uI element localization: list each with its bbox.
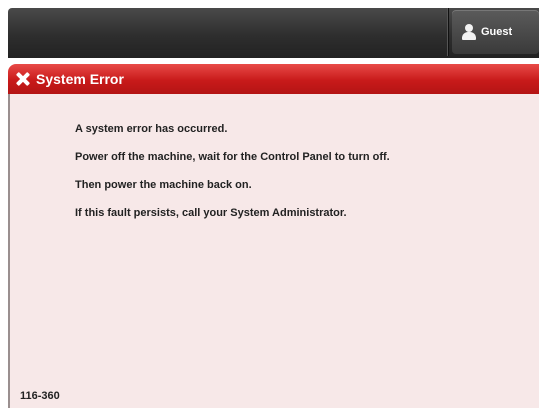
error-message-list: A system error has occurred. Power off t… bbox=[75, 122, 390, 234]
guest-login-button[interactable]: Guest bbox=[452, 10, 539, 54]
guest-label: Guest bbox=[481, 26, 513, 38]
error-message-panel: A system error has occurred. Power off t… bbox=[8, 94, 539, 408]
dialog-title: System Error bbox=[36, 71, 124, 87]
error-message-line: Power off the machine, wait for the Cont… bbox=[75, 151, 390, 163]
user-icon bbox=[462, 24, 476, 40]
top-bar-empty-area bbox=[8, 8, 449, 56]
top-status-bar: Guest bbox=[8, 8, 539, 58]
printer-control-panel-screen: Guest System Error A system error has oc… bbox=[0, 0, 539, 408]
error-message-line: A system error has occurred. bbox=[75, 123, 228, 135]
error-message-line: If this fault persists, call your System… bbox=[75, 207, 347, 219]
close-icon bbox=[16, 72, 30, 86]
error-code: 116-360 bbox=[20, 390, 60, 402]
system-error-header: System Error bbox=[8, 64, 539, 94]
error-message-line: Then power the machine back on. bbox=[75, 179, 252, 191]
